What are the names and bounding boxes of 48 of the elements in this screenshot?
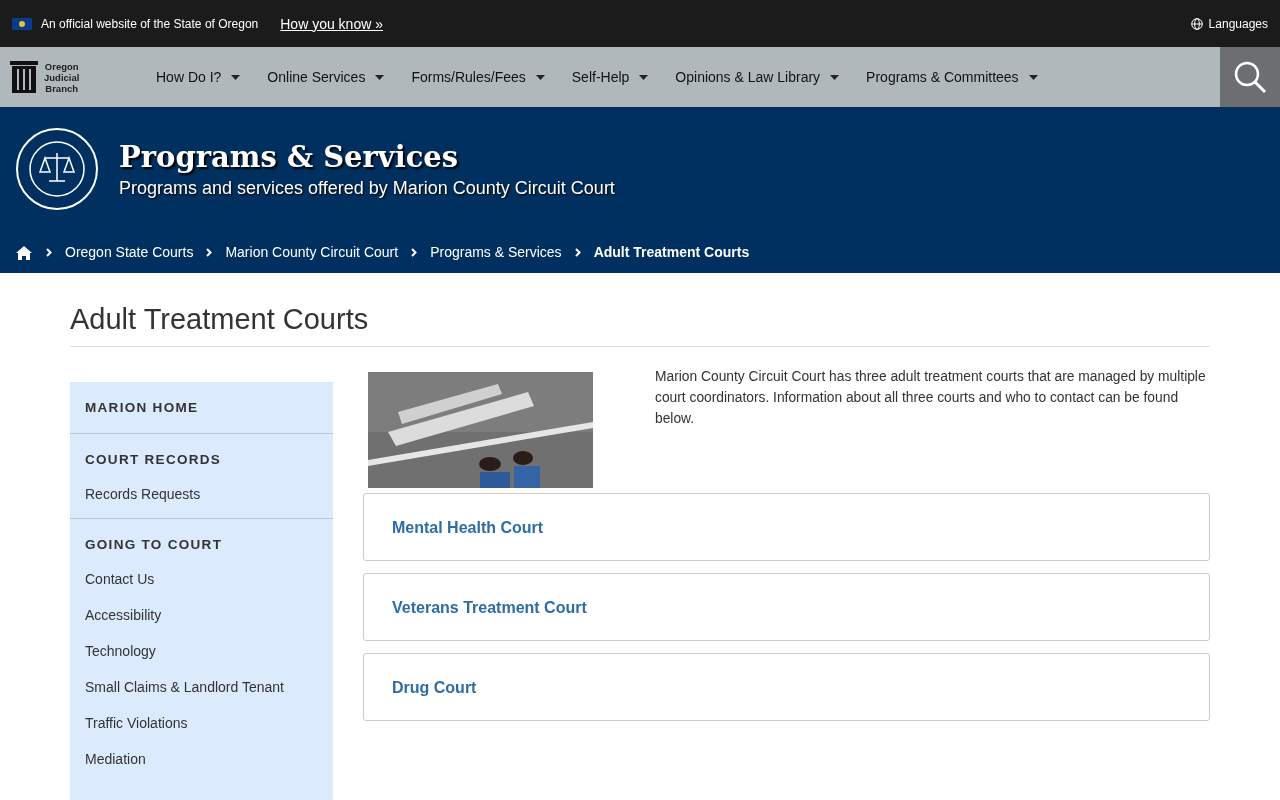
sidebar-link[interactable]: Technology: [85, 629, 318, 665]
nav-menu-item[interactable]: Opinions & Law Library: [675, 69, 840, 85]
globe-icon: [1190, 17, 1203, 30]
sidebar-heading-link[interactable]: GOING TO COURT: [85, 537, 318, 560]
caret-icon: [535, 74, 545, 80]
caret-icon: [375, 74, 385, 80]
breadcrumb-link[interactable]: Programs & Services: [430, 244, 562, 260]
search-icon: [1233, 60, 1267, 94]
breadcrumb-link[interactable]: Oregon State Courts: [65, 244, 194, 260]
caret-icon: [639, 74, 649, 80]
chevron-icon: [574, 247, 581, 257]
chevron-icon: [206, 247, 213, 257]
nav-menu-item[interactable]: Forms/Rules/Fees: [411, 69, 545, 85]
languages-link[interactable]: Languages: [1208, 16, 1268, 31]
sidebar-heading-link[interactable]: MARION HOME: [85, 400, 318, 423]
accordion-panel[interactable]: Drug Court: [363, 653, 1210, 721]
official-notice: An official website of the State of Oregon: [41, 16, 259, 31]
caret-icon: [1028, 74, 1038, 80]
accordion-panel[interactable]: Veterans Treatment Court: [363, 573, 1210, 641]
sidebar-link[interactable]: Accessibility: [85, 593, 318, 629]
caret-icon: [830, 74, 840, 80]
page-header-subtitle: Programs and services offered by Marion County Circuit Court: [119, 177, 615, 199]
pillar-icon: [10, 61, 38, 93]
home-icon[interactable]: [15, 244, 33, 260]
page-header-title: Programs & Services: [119, 139, 460, 174]
sidebar-link[interactable]: Traffic Violations: [85, 701, 318, 737]
chevron-icon: [46, 247, 52, 257]
accordion-panel[interactable]: Mental Health Court: [363, 493, 1210, 561]
sidebar-link[interactable]: Mediation: [85, 737, 318, 773]
nav-menu-item[interactable]: Self-Help: [571, 69, 649, 85]
intro-paragraph: Marion County Circuit Court has three adult treatment courts that are managed by multiple court coordinators. Information about all three courts and who to contact can be found below.: [655, 368, 1207, 428]
flag-icon: [12, 17, 32, 30]
sidebar-link[interactable]: Contact Us: [85, 560, 318, 593]
nav-menu-item[interactable]: Programs & Committees: [866, 69, 1038, 85]
logo-text: Oregon Judicial Branch: [44, 60, 80, 94]
chevron-icon: [411, 247, 418, 257]
search-button[interactable]: [1220, 47, 1280, 107]
seal-icon: [15, 127, 99, 211]
sidebar-link[interactable]: Records Requests: [85, 475, 318, 508]
current-breadcrumb: Adult Treatment Courts: [593, 244, 750, 260]
page-title: Adult Treatment Courts: [70, 273, 1210, 347]
how-you-know-link[interactable]: How you know »: [280, 15, 383, 32]
sidebar-link[interactable]: Small Claims & Landlord Tenant: [85, 665, 318, 701]
sidebar-heading-link[interactable]: COURT RECORDS: [85, 452, 318, 475]
breadcrumb-link[interactable]: Marion County Circuit Court: [225, 244, 399, 260]
nav-menu-item[interactable]: Online Services: [267, 69, 385, 85]
caret-icon: [231, 74, 241, 80]
nav-menu-item[interactable]: How Do I?: [156, 69, 241, 85]
